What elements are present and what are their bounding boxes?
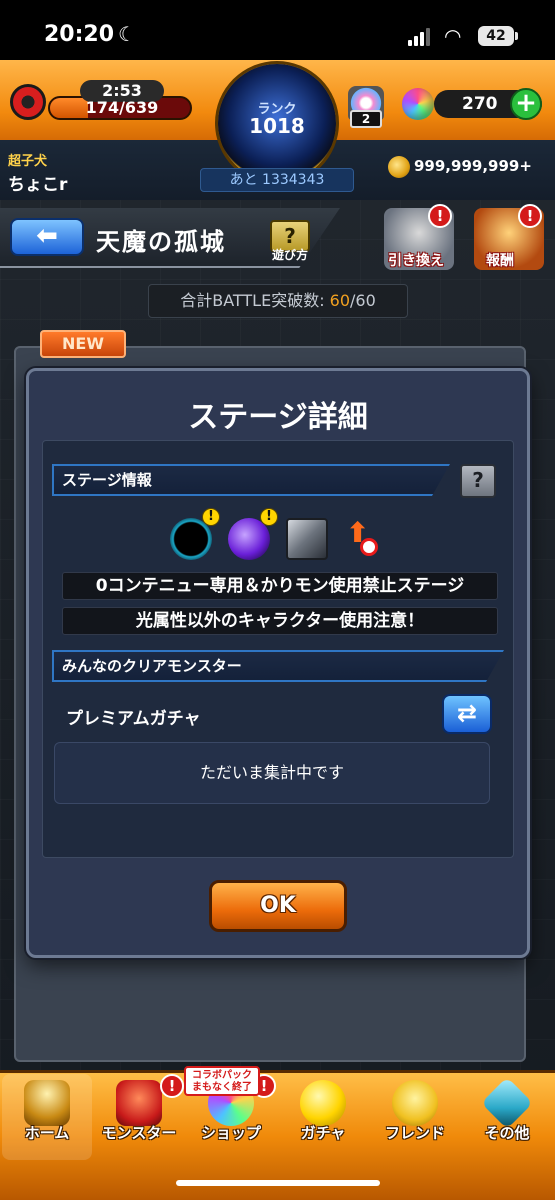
question-icon: ? <box>284 224 296 248</box>
coin-icon <box>388 156 410 178</box>
aggregating-message: ただいま集計中です <box>54 742 490 804</box>
back-button[interactable]: ⬅ <box>10 218 84 256</box>
reward-label: 報酬 <box>486 253 514 269</box>
nav-label: フレンド <box>384 1124 445 1142</box>
clear-monsters-header: みんなのクリアモンスター <box>52 650 504 682</box>
info-button[interactable]: ? <box>460 464 496 498</box>
stage-title: 天魔の孤城 <box>96 228 226 256</box>
stage-info-header: ステージ情報 <box>52 464 450 496</box>
dialog-title: ステージ詳細 <box>188 400 368 435</box>
user-title: 超子犬 <box>8 154 48 169</box>
back-arrow-icon: ⬅ <box>36 221 58 251</box>
nav-label: ホーム <box>24 1124 70 1142</box>
rank-value: 1018 <box>249 114 305 138</box>
battle-progress: 合計BATTLE突破数: 60/60 <box>148 284 408 318</box>
add-orb-button[interactable]: + <box>510 88 542 120</box>
cellular-signal-icon <box>408 28 434 46</box>
warning-icon: ! <box>202 508 220 526</box>
battle-progress-label: 合計BATTLE突破数: <box>180 291 330 310</box>
warning-icon: ! <box>260 508 278 526</box>
nav-home[interactable]: ホーム <box>2 1074 92 1160</box>
nav-gacha[interactable]: ガチャ <box>278 1074 368 1160</box>
alert-icon: ! <box>428 204 452 228</box>
nav-friend[interactable]: フレンド <box>370 1074 460 1160</box>
alert-icon: ! <box>518 204 542 228</box>
stamina-value: 174/639 <box>85 98 159 117</box>
block-icon <box>286 518 328 560</box>
exchange-label: 引き換え <box>388 253 444 269</box>
monster-icon <box>116 1080 162 1126</box>
nav-label: ショップ <box>200 1124 261 1142</box>
swap-arrows-icon: ⇄ <box>456 699 478 727</box>
wifi-icon: ◠ <box>444 24 462 48</box>
alert-icon: ! <box>160 1074 184 1098</box>
battle-progress-total: /60 <box>350 291 376 310</box>
question-icon: ? <box>472 468 484 492</box>
new-badge: NEW <box>40 330 126 358</box>
nav-label: その他 <box>484 1124 530 1142</box>
nav-label: ガチャ <box>300 1124 346 1142</box>
stage-rule: 光属性以外のキャラクター使用注意！ <box>62 607 498 635</box>
do-not-disturb-icon: ☾ <box>118 22 136 46</box>
orb-icon <box>402 88 434 120</box>
battle-progress-current: 60 <box>329 291 351 310</box>
coin-value: 999,999,999+ <box>414 157 532 175</box>
home-indicator <box>176 1180 380 1186</box>
collab-notice: コラボパック まもなく終了 <box>184 1066 260 1096</box>
stage-rule: 0コンテニュー専用＆かりモン使用禁止ステージ <box>62 572 498 600</box>
rank-next-exp: あと 1334343 <box>200 168 354 192</box>
collab-line-2: まもなく終了 <box>192 1082 252 1093</box>
friend-icon <box>392 1080 438 1126</box>
status-time: 20:20 <box>44 22 115 47</box>
nav-other[interactable]: その他 <box>462 1074 552 1160</box>
collab-line-1: コラボパック <box>192 1070 252 1081</box>
nav-label: モンスター <box>101 1124 177 1142</box>
user-name: ちょこr <box>8 175 68 195</box>
stamina-icon <box>10 84 46 120</box>
gacha-icon <box>300 1080 346 1126</box>
lamp-count: 2 <box>350 110 382 128</box>
swap-button[interactable]: ⇄ <box>442 694 492 734</box>
nav-monster[interactable]: ! モンスター <box>94 1074 184 1160</box>
help-label: 遊び方 <box>271 248 308 262</box>
no-speed-up-icon: ⬆ <box>342 518 384 560</box>
ok-button[interactable]: OK <box>209 880 347 932</box>
clear-source-label: プレミアムガチャ <box>66 709 201 729</box>
home-icon <box>24 1080 70 1126</box>
battery-icon: 42 <box>478 26 518 46</box>
